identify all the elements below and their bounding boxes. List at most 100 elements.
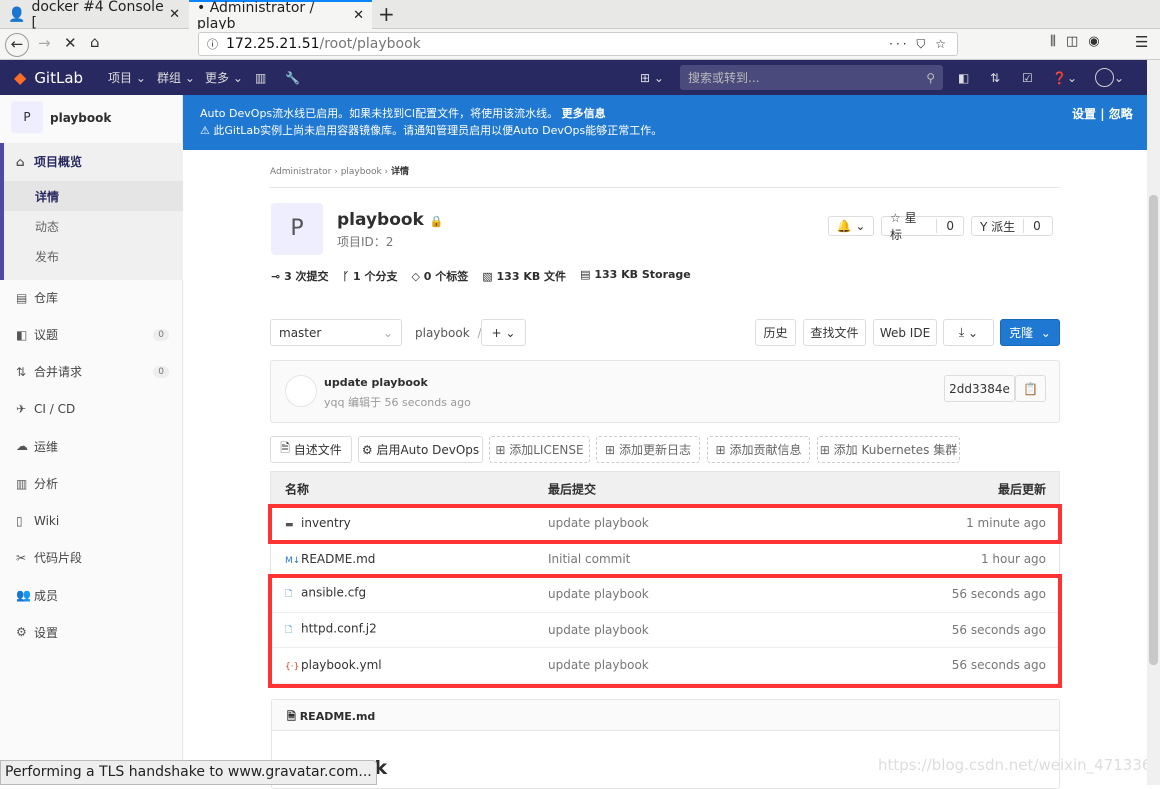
tag-icon: ◇ — [411, 270, 420, 283]
new-tab-button[interactable]: + — [378, 2, 395, 26]
avatar[interactable]: ⌄ — [1095, 60, 1124, 95]
sidebar-item-repo[interactable]: ▤ 仓库 — [0, 279, 183, 316]
stop-button[interactable]: ✕ — [64, 34, 77, 52]
browser-tab-gitlab[interactable]: • Administrator / playb ✕ — [189, 0, 372, 32]
scrollbar-thumb[interactable] — [1149, 195, 1158, 665]
commit-author: yqq 编辑于 56 seconds ago — [324, 396, 471, 409]
branches-link[interactable]: ᚴ 1 个分支 — [343, 268, 398, 284]
sidebar-item-issues[interactable]: ◧ 议题 0 — [0, 316, 183, 353]
readme-panel: 🗎 README.md playbook — [271, 699, 1060, 789]
sidebar-item-chart[interactable]: ▥ 分析 — [0, 465, 183, 502]
watermark: https://blog.csdn.net/weixin_47133613 — [878, 756, 1160, 774]
table-row[interactable]: 🗋 ansible.cfg update playbook 56 seconds ag… — [271, 577, 1059, 613]
sidebar-item-cloud[interactable]: ☁ 运维 — [0, 428, 183, 465]
repo-icon: ▤ — [16, 290, 28, 305]
nav-more[interactable]: 更多 ⌄ — [205, 60, 243, 95]
banner-dismiss-link[interactable]: 忽略 — [1109, 107, 1133, 121]
add-file-dropdown[interactable]: + ⌄ — [481, 319, 526, 346]
close-tab-icon[interactable]: ✕ — [353, 8, 364, 23]
action-button-1[interactable]: ⚙ 启用Auto DevOps — [358, 436, 483, 463]
copy-sha-button[interactable]: 📋 — [1015, 375, 1046, 402]
commit-title-link[interactable]: update playbook — [324, 376, 428, 389]
issues-icon[interactable]: ◧ — [958, 60, 969, 95]
page-title: playbook 🔒 — [337, 210, 444, 230]
merge-requests-icon[interactable]: ⇅ — [990, 60, 1000, 95]
project-avatar: P — [11, 101, 43, 133]
auto-devops-banner: Auto DevOps流水线已启用。如果未找到CI配置文件，将使用该流水线。 更… — [183, 95, 1147, 150]
sidebar-sub-details[interactable]: 详情 — [4, 181, 183, 211]
sidebar-item-overview[interactable]: ⌂ 项目概览 — [0, 143, 183, 180]
action-button-5[interactable]: ⊞ 添加 Kubernetes 集群 — [817, 436, 960, 463]
nav-groups[interactable]: 群组 ⌄ — [157, 60, 195, 95]
download-button[interactable]: ⤓ ⌄ — [943, 319, 994, 346]
search-icon: ⚲ — [926, 70, 935, 85]
find-file-button[interactable]: 查找文件 — [803, 319, 866, 346]
forward-button[interactable]: → — [38, 34, 51, 52]
home-button[interactable]: ⌂ — [90, 33, 100, 51]
page-actions-icon[interactable]: ··· ⛉ ☆ — [889, 37, 949, 52]
files-size: ▧ 133 KB 文件 — [482, 270, 567, 283]
table-row[interactable]: ▬ inventry update playbook 1 minute ago — [271, 506, 1059, 542]
file-table: 名称 最后提交 最后更新 ▬ inventry update playbook 1 min… — [270, 471, 1060, 686]
browser-tab-docker[interactable]: 👤 docker #4 Console [✕ — [0, 0, 188, 31]
gear-icon: ⚙ — [361, 442, 373, 457]
action-button-0[interactable]: 🗎 自述文件 — [270, 436, 352, 463]
path-root-link[interactable]: playbook — [415, 326, 470, 340]
tanuki-icon: ◆ — [14, 68, 27, 87]
sidebar-project-name[interactable]: playbook — [50, 111, 111, 125]
folder-icon: ▬ — [285, 520, 294, 531]
web-ide-button[interactable]: Web IDE — [873, 319, 937, 346]
activity-chart-icon[interactable]: ▥ — [255, 60, 266, 95]
close-tab-icon[interactable]: ✕ — [169, 7, 180, 22]
branch-icon: ᚴ — [342, 270, 350, 283]
banner-settings-link[interactable]: 设置 — [1072, 107, 1096, 121]
help-icon[interactable]: ❓⌄ — [1052, 60, 1077, 95]
avatar — [285, 375, 317, 407]
todos-icon[interactable]: ☑ — [1022, 60, 1033, 95]
history-button[interactable]: 历史 — [755, 319, 796, 346]
gear-icon: ⚙ — [16, 625, 27, 640]
action-button-3[interactable]: ⊞ 添加更新日志 — [596, 436, 700, 463]
sidebar-item-users[interactable]: 👥 成员 — [0, 577, 183, 614]
sidebar-item-merge-request[interactable]: ⇅ 合并请求 0 — [0, 353, 183, 390]
commit-sha[interactable]: 2dd3384e — [944, 375, 1015, 402]
storage-size: ▤ 133 KB Storage — [580, 268, 691, 281]
action-button-2[interactable]: ⊞ 添加LICENSE — [489, 436, 590, 463]
sidebar-sub-releases[interactable]: 发布 — [4, 241, 183, 271]
plus-square-icon: ⊞ — [605, 442, 616, 457]
sidebar-item-gear[interactable]: ⚙ 设置 — [0, 614, 183, 651]
scissors-icon: ✂ — [16, 550, 27, 565]
table-row[interactable]: {·} playbook.yml update playbook 56 seconds… — [271, 648, 1059, 684]
sidebar-item-book[interactable]: ▯ Wiki — [0, 502, 183, 539]
library-sidebar-account-icons[interactable]: ⫼◫◉ — [1050, 34, 1110, 49]
nav-projects[interactable]: 项目 ⌄ — [108, 60, 146, 95]
plus-square-icon: ⊞ — [819, 442, 830, 457]
commits-link[interactable]: ⊸ 3 次提交 — [271, 268, 329, 284]
file-icon: 🗋 — [285, 589, 293, 600]
branch-select[interactable]: master ⌄ — [270, 319, 402, 346]
sidebar-item-scissors[interactable]: ✂ 代码片段 — [0, 539, 183, 576]
notification-button[interactable]: 🔔 ⌄ — [828, 216, 874, 236]
back-button[interactable]: ← — [5, 33, 29, 57]
url-bar[interactable]: ⓘ 172.25.21.51/root/playbook ··· ⛉ ☆ — [198, 32, 958, 56]
table-row[interactable]: 🗋 httpd.conf.j2 update playbook 56 seconds … — [271, 613, 1059, 648]
clone-button[interactable]: 克隆 ⌄ — [1000, 319, 1060, 346]
rocket-icon: ✈ — [16, 402, 27, 417]
gitlab-logo[interactable]: ◆ GitLab — [14, 60, 83, 95]
wrench-icon[interactable]: 🔧 — [285, 60, 300, 95]
fork-button[interactable]: Y 派生 0 — [971, 216, 1053, 236]
action-button-4[interactable]: ⊞ 添加贡献信息 — [707, 436, 810, 463]
last-commit-panel — [270, 360, 1060, 423]
status-tooltip: Performing a TLS handshake to www.gravat… — [0, 760, 377, 785]
sidebar-item-rocket[interactable]: ✈ CI / CD — [0, 391, 183, 428]
table-row[interactable]: M↓README.md Initial commit 1 hour ago — [271, 542, 1059, 577]
more-info-link[interactable]: 更多信息 — [562, 107, 606, 120]
search-input[interactable]: 搜索或转到... ⚲ — [680, 65, 943, 90]
menu-icon[interactable]: ☰ — [1135, 33, 1148, 51]
chart-icon: ▥ — [16, 476, 28, 491]
star-button[interactable]: ☆ 星标 0 — [881, 211, 964, 242]
new-item-icon[interactable]: ⊞ ⌄ — [640, 60, 664, 95]
sidebar-sub-activity[interactable]: 动态 — [4, 211, 183, 241]
tags-link[interactable]: ◇ 0 个标签 — [411, 268, 468, 284]
plus-square-icon: ⊞ — [715, 442, 726, 457]
